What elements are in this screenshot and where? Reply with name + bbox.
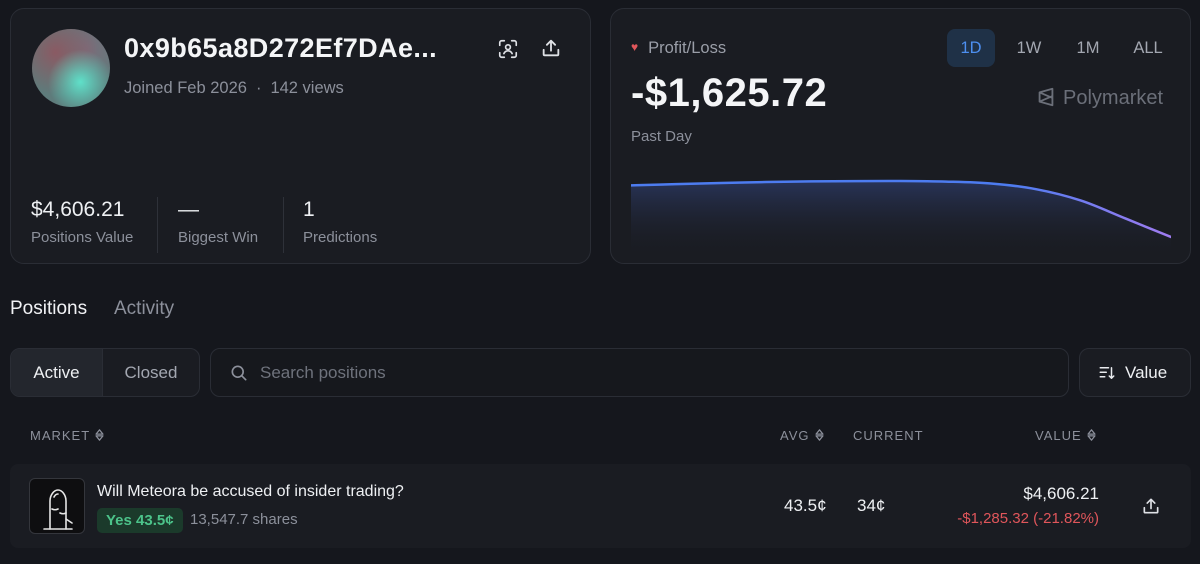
column-header-market[interactable]: MARKET: [30, 428, 104, 443]
polymarket-logo-icon: [1038, 87, 1054, 107]
column-header-avg[interactable]: AVG: [780, 428, 824, 443]
stat-predictions: 1 Predictions: [303, 197, 377, 246]
stat-biggest-win: — Biggest Win: [178, 197, 258, 246]
current-price: 34¢: [857, 496, 886, 515]
profile-meta: Joined Feb 2026 · 142 views: [124, 79, 344, 98]
pnl-period: Past Day: [631, 128, 692, 145]
brand-name: Polymarket: [1063, 87, 1164, 109]
status-filter: Active Closed: [10, 348, 200, 397]
column-header-value[interactable]: VALUE: [1035, 428, 1096, 443]
search-icon: [231, 365, 247, 381]
pnl-label: ♥ Profit/Loss: [631, 39, 726, 58]
search-input[interactable]: [260, 349, 1050, 396]
stat-divider: [283, 197, 284, 253]
heart-icon: ♥: [631, 40, 639, 54]
tab-positions[interactable]: Positions: [10, 298, 87, 320]
position-row[interactable]: Will Meteora be accused of insider tradi…: [10, 464, 1191, 548]
share-icon[interactable]: [1141, 496, 1161, 516]
meta-separator: ·: [255, 79, 262, 97]
profile-username: 0x9b65a8D272Ef7DAe...: [124, 33, 438, 63]
stat-value: $4,606.21: [31, 198, 125, 221]
pnl-chart: [631, 179, 1171, 259]
filter-closed-button[interactable]: Closed: [103, 349, 199, 396]
avatar: [32, 29, 110, 107]
share-icon[interactable]: [540, 37, 562, 59]
stat-label: Positions Value: [31, 229, 134, 246]
sort-toggle-icon: [1087, 429, 1096, 441]
stat-positions-value: $4,606.21 Positions Value: [31, 197, 133, 246]
column-header-label: AVG: [780, 428, 810, 443]
view-count: 142 views: [270, 79, 344, 97]
sort-label: Value: [1125, 363, 1168, 382]
stat-value: —: [178, 198, 199, 221]
pnl-label-text: Profit/Loss: [648, 39, 727, 57]
range-tab-1d[interactable]: 1D: [947, 29, 995, 67]
column-header-label: MARKET: [30, 428, 91, 443]
range-tab-all[interactable]: ALL: [1123, 29, 1173, 67]
column-header-label: VALUE: [1035, 428, 1082, 443]
filter-active-button[interactable]: Active: [11, 349, 103, 396]
market-thumbnail: [29, 478, 85, 534]
avg-price: 43.5¢: [784, 496, 827, 515]
stat-label: Biggest Win: [178, 229, 259, 246]
column-header-label: CURRENT: [853, 428, 924, 443]
qr-scan-icon[interactable]: [497, 38, 519, 60]
sort-button[interactable]: Value: [1079, 348, 1191, 397]
tab-activity[interactable]: Activity: [114, 298, 174, 320]
sort-toggle-icon: [95, 429, 104, 441]
share-count: 13,547.7 shares: [190, 511, 298, 528]
sort-icon: [1099, 367, 1115, 379]
stat-label: Predictions: [303, 229, 378, 246]
pnl-card: ♥ Profit/Loss 1D 1W 1M ALL -$1,625.72 Pol…: [610, 8, 1191, 264]
stat-value: 1: [303, 198, 315, 221]
range-tab-1m[interactable]: 1M: [1064, 29, 1112, 67]
joined-date: Joined Feb 2026: [124, 79, 247, 97]
position-pnl: -$1,285.32 (-21.82%): [957, 510, 1099, 527]
outcome-badge: Yes 43.5¢: [97, 508, 183, 533]
position-value: $4,606.21: [1023, 484, 1099, 503]
pnl-value: -$1,625.72: [631, 71, 828, 115]
market-title[interactable]: Will Meteora be accused of insider tradi…: [97, 483, 404, 501]
column-header-current: CURRENT: [853, 428, 924, 443]
sort-toggle-icon: [814, 429, 824, 441]
chart-area-fill: [631, 180, 1171, 259]
search-box: [210, 348, 1069, 397]
stat-divider: [157, 197, 158, 253]
range-tab-1w[interactable]: 1W: [1005, 29, 1053, 67]
polymarket-brand: Polymarket: [1035, 86, 1163, 110]
profile-card: 0x9b65a8D272Ef7DAe... Joined Feb 2026 · 14…: [10, 8, 591, 264]
